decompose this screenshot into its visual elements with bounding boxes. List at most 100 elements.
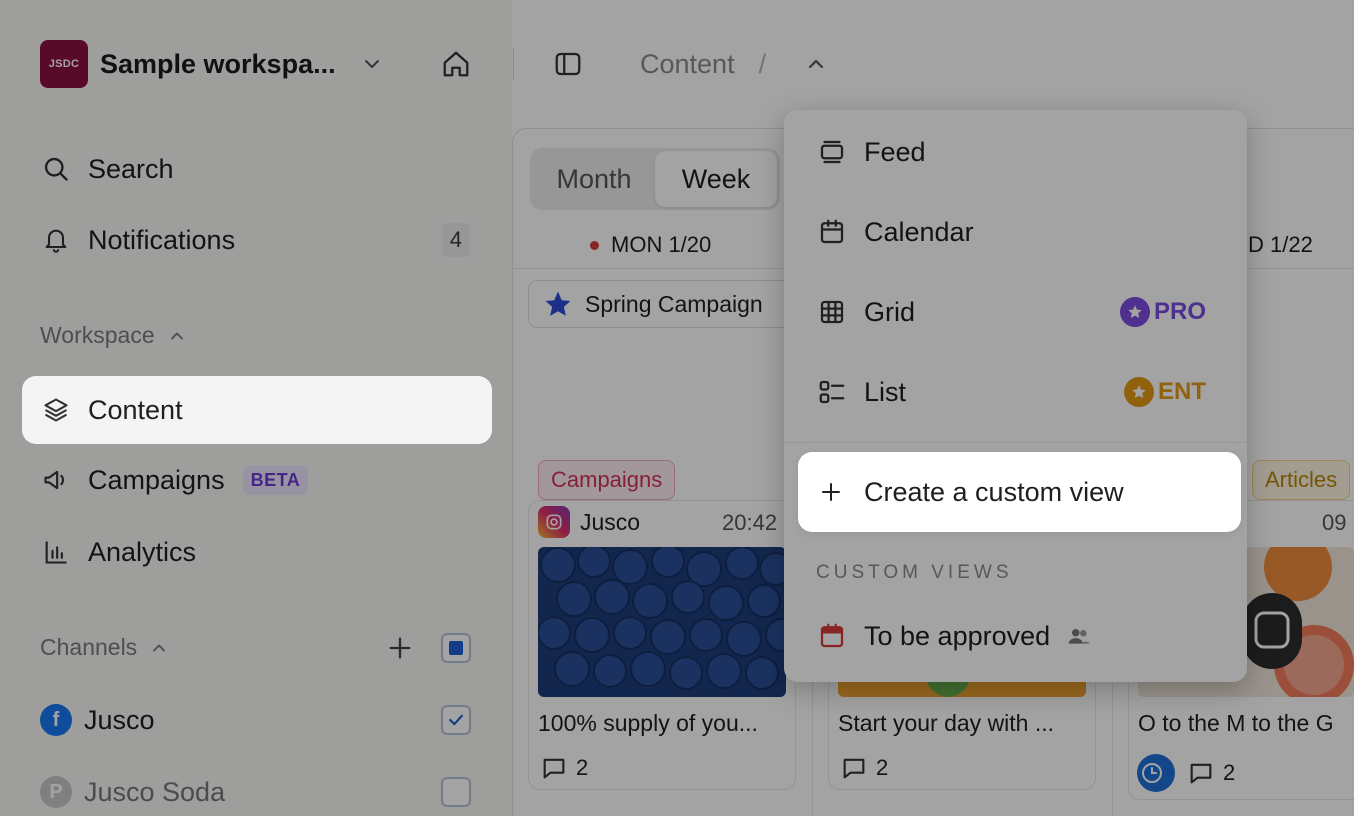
view-switcher-button[interactable] [800,48,832,80]
sidebar-item-label: Notifications [88,224,236,255]
comment-icon [1190,763,1212,784]
sidebar-item-label: Content [88,394,183,425]
ent-badge: ENT [1124,377,1206,407]
campaign-name: Spring Campaign [585,290,763,317]
channels-section-toggle[interactable]: Channels [40,634,169,661]
chevron-up-icon [808,59,824,69]
chevron-up-icon [153,644,166,651]
layers-icon [40,394,72,426]
comment-icon [843,758,865,779]
sidebar-item-search[interactable]: Search [22,136,492,202]
day-header: MON 1/20 [590,232,711,258]
post-comments: 2 [840,754,888,782]
channel-checkbox[interactable] [441,777,471,807]
select-all-channels-checkbox[interactable] [441,633,471,663]
notification-count-badge: 4 [441,223,470,257]
bar-chart-icon [40,536,72,568]
star-icon [1119,297,1150,327]
megaphone-icon [40,464,72,496]
menu-item-label: Grid [864,296,916,327]
header-divider [513,48,514,80]
day-label: D 1/22 [1248,232,1313,257]
workspace-name: Sample workspa... [100,48,336,79]
comment-count: 2 [1223,760,1236,785]
channel-name: Jusco [84,704,155,735]
menu-item-calendar[interactable]: Calendar [804,202,1226,262]
week-view-button[interactable]: Week [655,151,777,207]
channel-name: Jusco Soda [84,776,226,807]
home-icon [443,51,469,77]
articles-tag: Articles [1252,460,1351,500]
view-switcher-dropdown: Feed Calendar Grid PRO List ENT CUSTOM V… [784,110,1247,682]
post-comments: 2 [540,754,588,782]
menu-item-label: List [864,376,907,407]
breadcrumb-separator: / [758,48,767,79]
breadcrumb-current[interactable]: Content [640,49,735,80]
tier-label: ENT [1158,378,1206,405]
custom-view-to-be-approved[interactable]: To be approved [804,606,1226,666]
comment-count: 2 [576,755,589,780]
menu-item-feed[interactable]: Feed [804,122,1226,182]
chevron-up-icon [170,332,183,339]
section-title: Workspace [40,322,155,348]
menu-item-label: Calendar [864,216,974,247]
sidebar-item-campaigns[interactable]: Campaigns BETA [22,447,492,513]
sidebar-item-notifications[interactable]: Notifications 4 [22,207,492,273]
channel-checkbox[interactable] [441,705,471,735]
workspace-switcher[interactable]: JSDC Sample workspa... [40,40,384,88]
list-icon [816,376,848,408]
shared-users-icon [1068,628,1090,644]
section-title: Channels [40,634,138,660]
create-custom-view-label: Create a custom view [864,476,1124,507]
workspace-logo: JSDC [40,40,88,88]
comment-count: 2 [876,755,889,780]
feed-icon [816,136,848,168]
sidebar-item-analytics[interactable]: Analytics [22,519,492,585]
pro-badge: PRO [1119,297,1206,327]
menu-item-label: Feed [864,136,926,167]
post-comments: 2 [1137,754,1235,792]
calendar-red-icon [816,620,848,652]
tier-label: PRO [1153,298,1206,325]
search-icon [40,153,72,185]
sidebar-item-label: Analytics [88,536,197,567]
star-icon [1124,377,1154,407]
breadcrumb: Content / [640,46,766,82]
post-caption: Start your day with ... [838,710,1055,736]
campaign-chip[interactable]: Spring Campaign [528,280,798,328]
grid-icon [816,296,848,328]
add-channel-button[interactable] [386,634,414,662]
post-caption: 100% supply of you... [538,710,758,736]
home-button[interactable] [436,44,476,84]
menu-item-label: To be approved [864,620,1051,651]
sidebar-item-content[interactable]: Content [22,376,492,444]
toggle-sidebar-button[interactable] [548,44,588,84]
menu-item-list[interactable]: List ENT [804,362,1226,422]
facebook-icon: f [40,704,72,736]
post-image-blueberries [538,547,786,697]
channel-item[interactable]: f Jusco [40,702,155,738]
post-caption: O to the M to the G [1138,710,1334,736]
bell-icon [40,224,72,256]
campaigns-tag: Campaigns [538,460,676,500]
account-name: Jusco [580,508,641,535]
post-time: 09 [1322,510,1347,535]
workspace-section-toggle[interactable]: Workspace [40,322,187,349]
sidebar-panel-icon [555,52,581,76]
today-dot [590,240,599,250]
clock-icon [1137,754,1175,792]
month-view-button[interactable]: Month [533,151,655,207]
star-icon [545,291,571,316]
chevron-down-icon [364,60,379,68]
channel-item[interactable]: P Jusco Soda [40,774,225,810]
create-custom-view-button[interactable]: Create a custom view [798,452,1241,532]
menu-item-grid[interactable]: Grid PRO [804,282,1226,342]
view-range-toggle: Month Week [530,148,780,210]
day-header: D 1/22 [1248,232,1313,258]
day-label: MON 1/20 [611,232,712,257]
post-account: Jusco [538,506,640,538]
beta-badge: BETA [242,465,309,495]
calendar-icon [816,216,848,248]
post-time: 20:42 [722,510,778,535]
sidebar-item-label: Search [88,153,174,184]
